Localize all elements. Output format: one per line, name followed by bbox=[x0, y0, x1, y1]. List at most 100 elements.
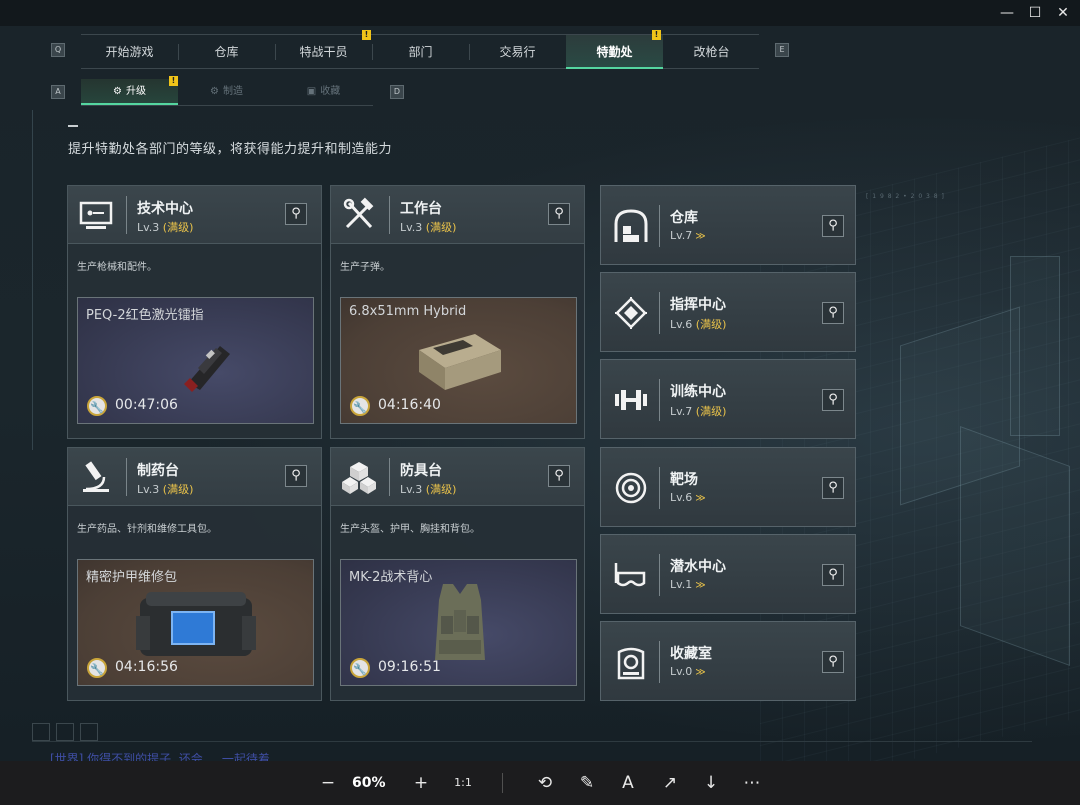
upgrade-chevron-icon: ≫ bbox=[695, 493, 706, 504]
world-chat-line[interactable]: [世界] 你得不到的提子, 还会 ... 一起待着 bbox=[50, 750, 270, 761]
header-divider bbox=[659, 379, 660, 421]
sub-tab-bar: ⚙ 升级 ⚙ 制造 ▣ 收藏 bbox=[81, 79, 373, 106]
more-button[interactable]: ⋯ bbox=[738, 769, 766, 797]
search-button[interactable]: ⚲ bbox=[822, 651, 844, 673]
close-button[interactable]: ✕ bbox=[1046, 0, 1080, 26]
search-icon: ⚲ bbox=[828, 567, 838, 582]
facility-level: Lv.7 (满级) bbox=[670, 405, 727, 418]
subtab-upgrade[interactable]: ⚙ 升级 bbox=[81, 79, 178, 105]
facility-description: 生产子弹。 bbox=[340, 262, 390, 273]
actual-size-icon: 1:1 bbox=[454, 776, 472, 789]
upgrade-icon: ⚙ bbox=[113, 86, 122, 97]
search-icon: ⚲ bbox=[554, 206, 564, 221]
key-hint-next-subtab: D bbox=[390, 85, 404, 99]
header-divider bbox=[126, 196, 127, 234]
facility-title: 工作台 bbox=[400, 201, 442, 217]
decor-box bbox=[80, 723, 98, 741]
share-icon: ↗ bbox=[662, 773, 678, 793]
game-screen: [ 1 9 8 2 • 2 0 3 8 ] Q 开始游戏 仓库 特战干员 部门 … bbox=[0, 26, 1080, 761]
goggles-icon bbox=[614, 563, 646, 587]
production-slot[interactable]: 精密护甲维修包 🔧 04:16:56 bbox=[77, 559, 314, 686]
search-button[interactable]: ⚲ bbox=[548, 203, 570, 225]
decor-dash bbox=[68, 125, 78, 127]
rotate-button[interactable]: ⟲ bbox=[531, 769, 559, 797]
search-icon: ⚲ bbox=[554, 468, 564, 483]
background-tower bbox=[1010, 256, 1060, 436]
download-icon: ↓ bbox=[703, 773, 719, 793]
coordinate-readout: [ 1 9 8 2 • 2 0 3 8 ] bbox=[866, 193, 945, 200]
search-button[interactable]: ⚲ bbox=[285, 465, 307, 487]
download-button[interactable]: ↓ bbox=[697, 769, 725, 797]
header-divider bbox=[659, 554, 660, 596]
header-divider bbox=[659, 292, 660, 334]
tab-special-ops[interactable]: 特勤处 bbox=[566, 35, 663, 69]
tab-departments[interactable]: 部门 bbox=[372, 35, 469, 69]
edit-button[interactable]: ✎ bbox=[573, 769, 601, 797]
tactical-vest-image bbox=[435, 584, 485, 660]
card-header: 技术中心 Lv.3 (满级) ⚲ bbox=[68, 186, 321, 244]
actual-size-button[interactable]: 1:1 bbox=[449, 769, 477, 797]
craft-icon: ⚙ bbox=[210, 86, 219, 97]
facility-card-collection-room[interactable]: 收藏室 Lv.0 ≫ ⚲ bbox=[600, 621, 856, 701]
production-slot[interactable]: 6.8x51mm Hybrid 🔧 04:16:40 bbox=[340, 297, 577, 424]
zoom-out-button[interactable]: − bbox=[314, 769, 342, 797]
tab-start-game[interactable]: 开始游戏 bbox=[81, 35, 178, 69]
search-button[interactable]: ⚲ bbox=[822, 215, 844, 237]
search-icon: ⚲ bbox=[291, 468, 301, 483]
search-icon: ⚲ bbox=[828, 392, 838, 407]
text-select-button[interactable]: A bbox=[614, 769, 642, 797]
tools-icon bbox=[343, 197, 374, 229]
tab-gunsmith[interactable]: 改枪台 bbox=[663, 35, 760, 69]
subtab-collection[interactable]: ▣ 收藏 bbox=[275, 79, 372, 105]
facility-card-diving-center[interactable]: 潜水中心 Lv.1 ≫ ⚲ bbox=[600, 534, 856, 614]
tab-trading[interactable]: 交易行 bbox=[469, 35, 566, 69]
subtab-craft[interactable]: ⚙ 制造 bbox=[178, 79, 275, 105]
alert-badge: ! bbox=[362, 30, 371, 40]
facility-description: 生产枪械和配件。 bbox=[77, 262, 157, 273]
tab-operators[interactable]: 特战干员 bbox=[275, 35, 372, 69]
facility-level: Lv.3 (满级) bbox=[137, 483, 194, 496]
search-icon: ⚲ bbox=[828, 305, 838, 320]
header-divider bbox=[126, 458, 127, 496]
product-name: MK-2战术背心 bbox=[349, 570, 433, 585]
search-button[interactable]: ⚲ bbox=[822, 477, 844, 499]
key-hint-prev-subtab: A bbox=[51, 85, 65, 99]
upgrade-chevron-icon: ≫ bbox=[695, 667, 706, 678]
facility-card-shooting-range[interactable]: 靶场 Lv.6 ≫ ⚲ bbox=[600, 447, 856, 527]
production-slot[interactable]: PEQ-2红色激光镭指 🔧 00:47:06 bbox=[77, 297, 314, 424]
search-button[interactable]: ⚲ bbox=[822, 389, 844, 411]
tab-warehouse[interactable]: 仓库 bbox=[178, 35, 275, 69]
search-icon: ⚲ bbox=[291, 206, 301, 221]
search-icon: ⚲ bbox=[828, 480, 838, 495]
facility-title: 技术中心 bbox=[137, 201, 193, 217]
card-header: 工作台 Lv.3 (满级) ⚲ bbox=[331, 186, 584, 244]
search-button[interactable]: ⚲ bbox=[548, 465, 570, 487]
product-name: PEQ-2红色激光镭指 bbox=[86, 308, 204, 323]
search-button[interactable]: ⚲ bbox=[285, 203, 307, 225]
chip-icon bbox=[615, 297, 647, 329]
facility-title: 指挥中心 bbox=[670, 297, 726, 313]
facility-card-armory[interactable]: 防具台 Lv.3 (满级) ⚲ 生产头盔、护甲、胸挂和背包。 MK-2战术背心 … bbox=[330, 447, 585, 701]
facility-title: 仓库 bbox=[670, 210, 698, 226]
facility-level: Lv.1 ≫ bbox=[670, 578, 706, 591]
product-name: 6.8x51mm Hybrid bbox=[349, 304, 467, 319]
share-button[interactable]: ↗ bbox=[656, 769, 684, 797]
search-button[interactable]: ⚲ bbox=[822, 302, 844, 324]
upgrade-chevron-icon: ≫ bbox=[695, 580, 706, 591]
search-icon: ⚲ bbox=[828, 654, 838, 669]
facility-card-pharmacy[interactable]: 制药台 Lv.3 (满级) ⚲ 生产药品、针剂和维修工具包。 精密护甲维修包 🔧… bbox=[67, 447, 322, 701]
text-select-icon: A bbox=[622, 773, 634, 793]
subtab-label: 制造 bbox=[222, 86, 243, 97]
facility-card-storage[interactable]: 仓库 Lv.7 ≫ ⚲ bbox=[600, 185, 856, 265]
facility-card-tech-center[interactable]: 技术中心 Lv.3 (满级) ⚲ 生产枪械和配件。 PEQ-2红色激光镭指 🔧 … bbox=[67, 185, 322, 439]
zoom-in-button[interactable]: + bbox=[407, 769, 435, 797]
facility-card-command-center[interactable]: 指挥中心 Lv.6 (满级) ⚲ bbox=[600, 272, 856, 352]
production-slot[interactable]: MK-2战术背心 🔧 09:16:51 bbox=[340, 559, 577, 686]
trophy-icon bbox=[617, 647, 645, 680]
facility-card-training-center[interactable]: 训练中心 Lv.7 (满级) ⚲ bbox=[600, 359, 856, 439]
search-button[interactable]: ⚲ bbox=[822, 564, 844, 586]
facility-card-workbench[interactable]: 工作台 Lv.3 (满级) ⚲ 生产子弹。 6.8x51mm Hybrid 🔧 … bbox=[330, 185, 585, 439]
decor-box bbox=[32, 723, 50, 741]
rotate-icon: ⟲ bbox=[537, 773, 553, 793]
production-timer: 00:47:06 bbox=[115, 397, 178, 413]
